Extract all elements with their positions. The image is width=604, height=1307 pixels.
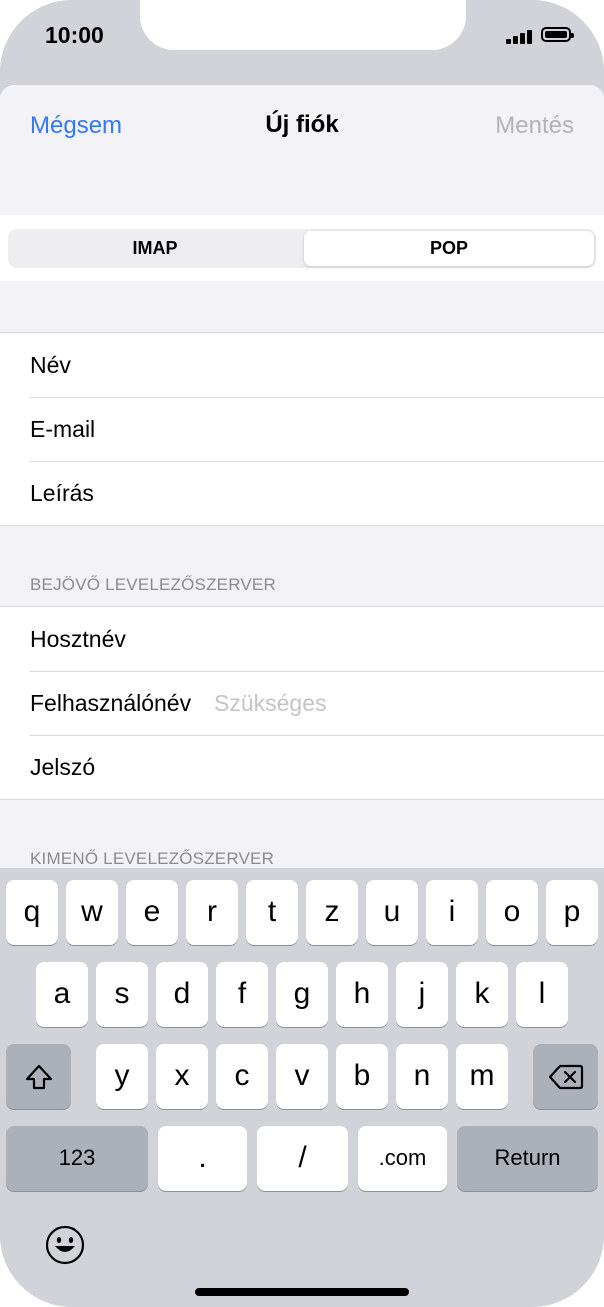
key-w[interactable]: w	[66, 880, 118, 945]
hostname-field[interactable]: Hosztnév	[0, 607, 604, 671]
account-fields-group: Név E-mail Leírás	[0, 332, 604, 526]
outgoing-server-header: KIMENŐ LEVELEZŐSZERVER	[30, 849, 275, 868]
email-field[interactable]: E-mail	[0, 397, 604, 461]
numbers-key[interactable]: 123	[6, 1126, 148, 1191]
username-field-label: Felhasználónév	[30, 690, 192, 716]
email-field-label: E-mail	[30, 416, 96, 442]
key-z[interactable]: z	[306, 880, 358, 945]
hostname-field-label: Hosztnév	[30, 626, 126, 652]
key-dot[interactable]: .	[158, 1126, 247, 1191]
emoji-icon[interactable]	[45, 1225, 85, 1265]
username-placeholder: Szükséges	[214, 690, 327, 716]
save-button[interactable]: Mentés	[495, 112, 574, 140]
username-field[interactable]: Felhasználónév Szükséges	[0, 671, 604, 735]
dotcom-key[interactable]: .com	[358, 1126, 447, 1191]
name-field-label: Név	[30, 352, 71, 378]
password-field-label: Jelszó	[30, 754, 96, 780]
key-o[interactable]: o	[486, 880, 538, 945]
protocol-segment-band: IMAP POP	[0, 215, 604, 281]
new-account-sheet: Mégsem Új fiók Mentés IMAP POP Név E-mai…	[0, 85, 604, 885]
nav-bar: Mégsem Új fiók Mentés	[0, 85, 604, 215]
key-a[interactable]: a	[36, 962, 88, 1027]
status-bar: 10:00	[0, 0, 604, 84]
key-v[interactable]: v	[276, 1044, 328, 1109]
cellular-signal-icon	[506, 30, 534, 44]
key-k[interactable]: k	[456, 962, 508, 1027]
home-indicator[interactable]	[195, 1288, 409, 1296]
battery-icon	[541, 27, 574, 42]
incoming-server-header: BEJÖVŐ LEVELEZŐSZERVER	[30, 575, 276, 594]
key-p[interactable]: p	[546, 880, 598, 945]
description-field[interactable]: Leírás	[0, 461, 604, 525]
delete-key[interactable]	[533, 1044, 598, 1109]
key-f[interactable]: f	[216, 962, 268, 1027]
key-e[interactable]: e	[126, 880, 178, 945]
key-b[interactable]: b	[336, 1044, 388, 1109]
key-t[interactable]: t	[246, 880, 298, 945]
description-field-label: Leírás	[30, 480, 94, 506]
key-d[interactable]: d	[156, 962, 208, 1027]
notch	[140, 0, 466, 50]
name-field[interactable]: Név	[0, 333, 604, 397]
segment-imap[interactable]: IMAP	[8, 229, 302, 268]
incoming-server-group: Hosztnév Felhasználónév Szükséges Jelszó	[0, 606, 604, 800]
status-time: 10:00	[45, 22, 104, 48]
return-key[interactable]: Return	[457, 1126, 598, 1191]
key-x[interactable]: x	[156, 1044, 208, 1109]
shift-key[interactable]	[6, 1044, 71, 1109]
key-c[interactable]: c	[216, 1044, 268, 1109]
key-j[interactable]: j	[396, 962, 448, 1027]
protocol-segmented-control: IMAP POP	[8, 229, 596, 268]
key-s[interactable]: s	[96, 962, 148, 1027]
key-g[interactable]: g	[276, 962, 328, 1027]
key-h[interactable]: h	[336, 962, 388, 1027]
key-slash[interactable]: /	[257, 1126, 348, 1191]
key-q[interactable]: q	[6, 880, 58, 945]
key-i[interactable]: i	[426, 880, 478, 945]
segment-pop[interactable]: POP	[304, 231, 594, 266]
key-l[interactable]: l	[516, 962, 568, 1027]
password-field[interactable]: Jelszó	[0, 735, 604, 799]
key-m[interactable]: m	[456, 1044, 508, 1109]
delete-icon	[548, 1064, 583, 1089]
key-u[interactable]: u	[366, 880, 418, 945]
key-r[interactable]: r	[186, 880, 238, 945]
keyboard: q w e r t z u i o p a s d f g h j k l y …	[0, 868, 604, 1307]
phone-screen: 10:00 Mégsem Új fiók Mentés IMAP POP Név	[0, 0, 604, 1307]
key-y[interactable]: y	[96, 1044, 148, 1109]
shift-icon	[25, 1064, 52, 1089]
key-n[interactable]: n	[396, 1044, 448, 1109]
